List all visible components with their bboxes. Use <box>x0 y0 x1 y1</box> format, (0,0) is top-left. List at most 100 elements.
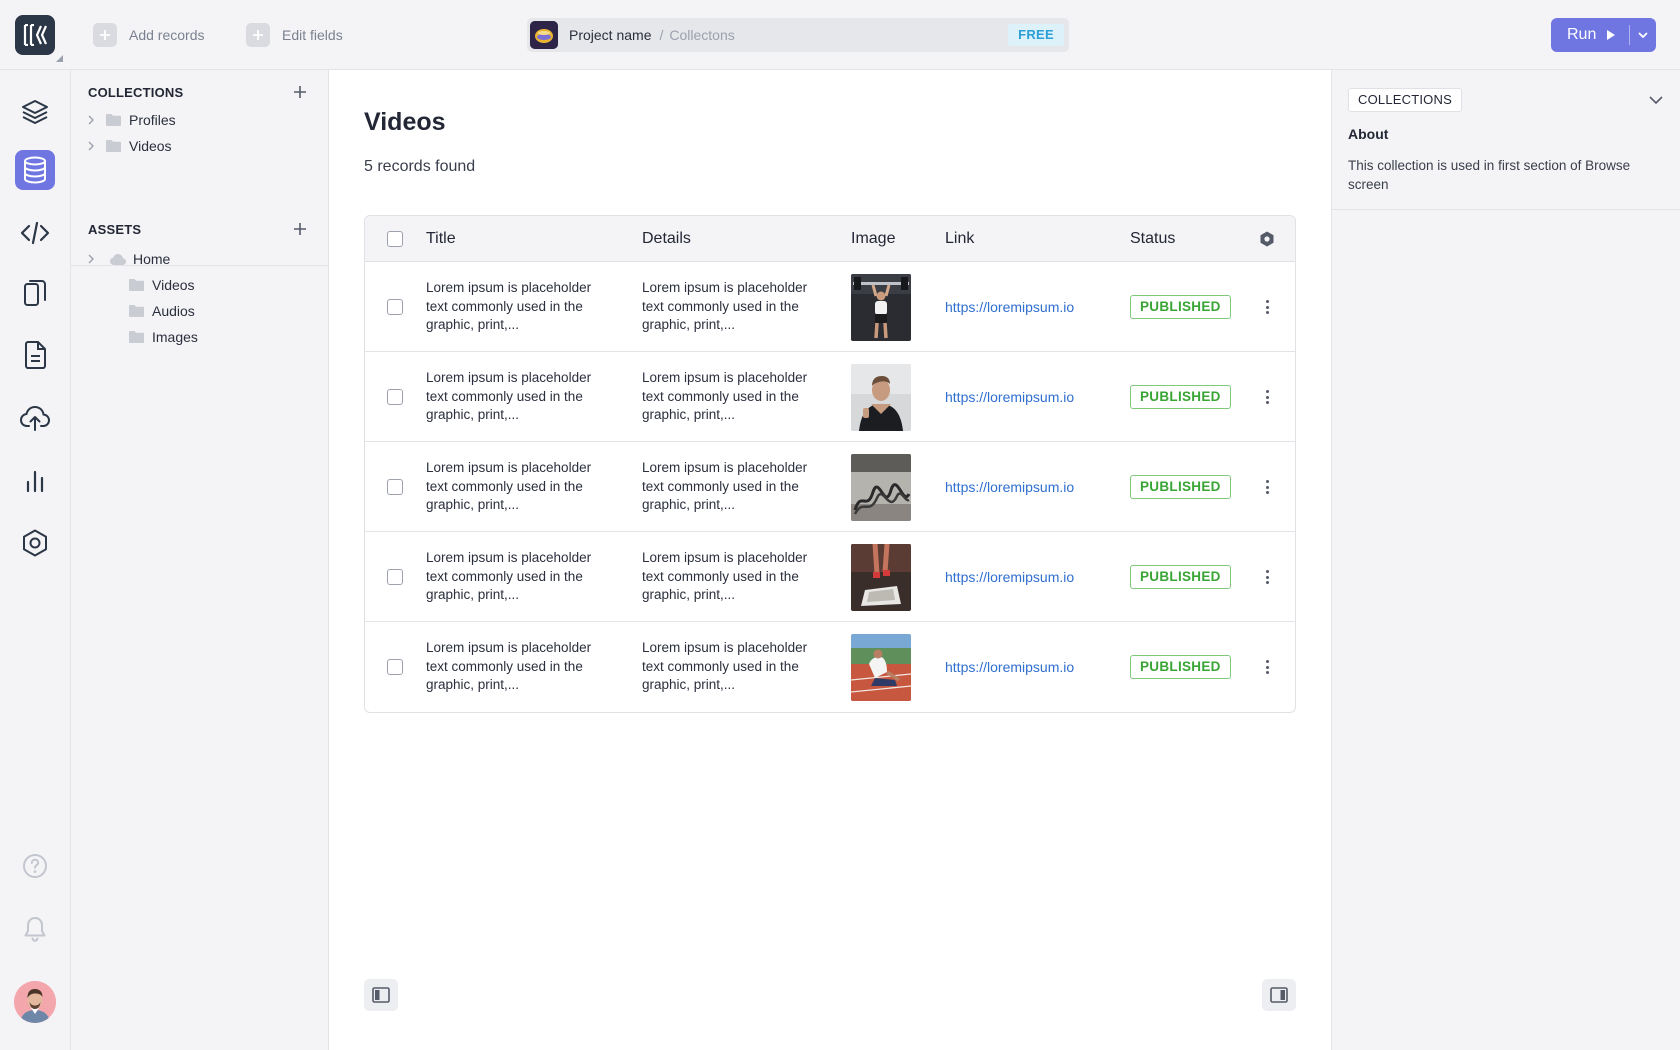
nav-upload[interactable] <box>15 398 55 438</box>
project-name[interactable]: Project name <box>569 27 651 43</box>
row-thumbnail[interactable] <box>851 633 911 701</box>
toggle-left-panel-button[interactable] <box>364 979 398 1011</box>
row-menu-icon[interactable] <box>1257 477 1277 497</box>
chevron-right-icon[interactable] <box>88 141 106 151</box>
project-avatar <box>530 21 558 49</box>
table-row[interactable]: Lorem ipsum is placeholder text commonly… <box>365 622 1295 712</box>
table-row[interactable]: Lorem ipsum is placeholder text commonly… <box>365 532 1295 622</box>
chevron-right-icon[interactable] <box>88 254 106 264</box>
row-link[interactable]: https://loremipsum.io <box>945 299 1074 315</box>
nav-settings[interactable] <box>15 523 55 563</box>
panel-section-tag: COLLECTIONS <box>1348 88 1462 112</box>
help-button[interactable] <box>15 846 55 886</box>
chevron-right-icon[interactable] <box>88 115 106 125</box>
tree-item-label: Images <box>152 329 198 345</box>
status-badge: PUBLISHED <box>1130 655 1231 679</box>
table-row[interactable]: Lorem ipsum is placeholder text commonly… <box>365 442 1295 532</box>
breadcrumb-current[interactable]: Collectons <box>669 27 734 43</box>
tree-item-images-folder[interactable]: Images <box>88 324 328 350</box>
details-panel: COLLECTIONS About This collection is use… <box>1331 70 1680 1050</box>
column-settings-button[interactable] <box>1259 216 1275 262</box>
row-menu-icon[interactable] <box>1257 297 1277 317</box>
select-all-checkbox[interactable] <box>387 231 403 247</box>
row-thumbnail[interactable] <box>851 273 911 341</box>
run-options-dropdown[interactable] <box>1630 18 1656 52</box>
nav-code[interactable] <box>15 213 55 253</box>
weightlifter-image <box>851 273 911 341</box>
nav-devices[interactable] <box>15 273 55 313</box>
nav-analytics[interactable] <box>15 461 55 501</box>
row-checkbox[interactable] <box>387 479 403 495</box>
row-link[interactable]: https://loremipsum.io <box>945 389 1074 405</box>
tree-item-audios-folder[interactable]: Audios <box>88 298 328 324</box>
details-cell: Lorem ipsum is placeholder text commonly… <box>642 532 817 622</box>
project-breadcrumb-bar[interactable]: Project name / Collectons FREE <box>527 18 1069 52</box>
app-logo[interactable] <box>15 15 55 55</box>
status-badge: PUBLISHED <box>1130 295 1231 319</box>
panel-divider <box>1332 209 1680 210</box>
row-checkbox[interactable] <box>387 659 403 675</box>
analytics-icon <box>26 470 44 493</box>
logo-mark-icon <box>23 24 48 46</box>
table-row[interactable]: Lorem ipsum is placeholder text commonly… <box>365 352 1295 442</box>
row-select-cell <box>387 622 403 712</box>
row-thumbnail[interactable] <box>851 453 911 521</box>
row-checkbox[interactable] <box>387 569 403 585</box>
about-heading: About <box>1348 126 1389 142</box>
plan-badge: FREE <box>1008 24 1064 46</box>
chevron-down-icon <box>1638 32 1648 38</box>
nav-documents[interactable] <box>15 335 55 375</box>
add-asset-button[interactable] <box>289 218 311 240</box>
status-badge: PUBLISHED <box>1130 385 1231 409</box>
row-details: Lorem ipsum is placeholder text commonly… <box>642 640 808 693</box>
collections-section: COLLECTIONS Profiles Videos <box>71 81 328 159</box>
column-header-details[interactable]: Details <box>642 216 691 262</box>
devices-icon <box>24 280 46 306</box>
explorer-panel: COLLECTIONS Profiles Videos ASSETS Home … <box>71 70 329 1050</box>
top-bar: Add records Edit fields Project name / C… <box>0 0 1680 70</box>
row-menu-icon[interactable] <box>1257 387 1277 407</box>
settings-hexagon-icon <box>23 529 47 557</box>
row-thumbnail[interactable] <box>851 363 911 431</box>
plus-icon <box>294 86 306 98</box>
actions-cell <box>1257 352 1277 442</box>
column-header-image[interactable]: Image <box>851 216 895 262</box>
column-header-link[interactable]: Link <box>945 216 974 262</box>
tree-item-home[interactable]: Home <box>88 246 328 272</box>
row-link[interactable]: https://loremipsum.io <box>945 659 1074 675</box>
edit-fields-button[interactable]: Edit fields <box>246 22 343 48</box>
row-thumbnail[interactable] <box>851 543 911 611</box>
nav-layers[interactable] <box>15 92 55 132</box>
toggle-right-panel-button[interactable] <box>1262 979 1296 1011</box>
run-button[interactable]: Run <box>1551 18 1629 52</box>
status-cell: PUBLISHED <box>1130 352 1231 442</box>
sidebar-left-icon <box>372 987 390 1003</box>
row-link[interactable]: https://loremipsum.io <box>945 569 1074 585</box>
row-menu-icon[interactable] <box>1257 567 1277 587</box>
row-checkbox[interactable] <box>387 389 403 405</box>
row-title: Lorem ipsum is placeholder text commonly… <box>426 640 592 693</box>
title-cell: Lorem ipsum is placeholder text commonly… <box>426 622 601 712</box>
tree-item-label: Profiles <box>129 112 176 128</box>
row-checkbox[interactable] <box>387 299 403 315</box>
table-row[interactable]: Lorem ipsum is placeholder text commonly… <box>365 262 1295 352</box>
image-cell <box>851 532 911 622</box>
row-menu-icon[interactable] <box>1257 657 1277 677</box>
add-records-button[interactable]: Add records <box>93 22 204 48</box>
tree-item-videos[interactable]: Videos <box>88 133 328 159</box>
status-cell: PUBLISHED <box>1130 442 1231 532</box>
tree-item-profiles[interactable]: Profiles <box>88 107 328 133</box>
status-cell: PUBLISHED <box>1130 532 1231 622</box>
column-header-title[interactable]: Title <box>426 216 456 262</box>
collapse-panel-button[interactable] <box>1646 90 1666 110</box>
tree-item-videos-folder[interactable]: Videos <box>88 272 328 298</box>
row-link[interactable]: https://loremipsum.io <box>945 479 1074 495</box>
tree-item-label: Videos <box>129 138 172 154</box>
column-header-status[interactable]: Status <box>1130 216 1175 262</box>
notifications-button[interactable] <box>15 909 55 949</box>
add-collection-button[interactable] <box>289 81 311 103</box>
image-cell <box>851 352 911 442</box>
status-cell: PUBLISHED <box>1130 622 1231 712</box>
user-avatar[interactable] <box>14 981 56 1023</box>
nav-database[interactable] <box>15 150 55 190</box>
